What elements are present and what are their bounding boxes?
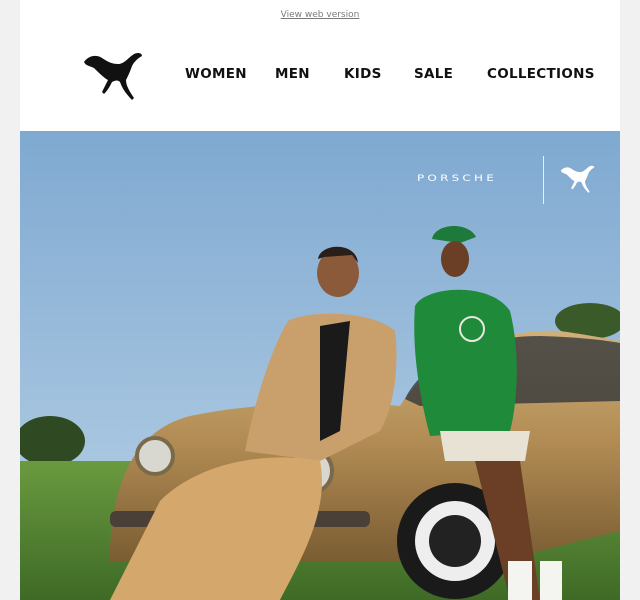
webview-bar: View web version — [20, 10, 620, 20]
nav-women[interactable]: WOMEN — [185, 66, 247, 82]
main-nav: WOMEN MEN KIDS SALE COLLECTIONS — [20, 66, 620, 86]
nav-men[interactable]: MEN — [275, 66, 310, 82]
view-web-version-link[interactable]: View web version — [281, 10, 360, 20]
email-container: View web version WOMEN MEN KIDS SALE COL… — [20, 0, 620, 600]
nav-sale[interactable]: SALE — [414, 66, 453, 82]
nav-collections[interactable]: COLLECTIONS — [487, 66, 595, 82]
partner-puma-logo-icon — [560, 165, 595, 193]
hero-image[interactable] — [20, 131, 620, 600]
logo-divider — [543, 156, 544, 204]
porsche-logo-text: PORSCHE — [417, 173, 498, 183]
nav-kids[interactable]: KIDS — [344, 66, 382, 82]
